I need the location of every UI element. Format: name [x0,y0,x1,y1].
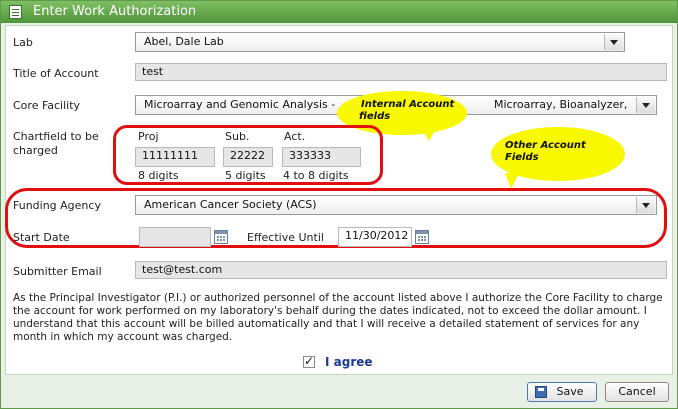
other-account-callout-line2: Fields [505,152,539,163]
effective-until-label: Effective Until [247,231,324,244]
act-header: Act. [284,130,306,143]
window-title: Enter Work Authorization [33,4,197,19]
chevron-down-icon[interactable] [604,34,623,50]
callout-tail [421,127,437,141]
internal-account-callout-line1: Internal Account [361,99,455,110]
act-input[interactable]: 333333 [282,147,361,167]
chevron-down-icon[interactable] [636,97,655,113]
lab-select[interactable]: Abel, Dale Lab [135,32,625,52]
core-facility-value-tail: Microarray, Bioanalyzer, [494,98,628,111]
act-hint: 4 to 8 digits [283,169,349,182]
chevron-down-icon[interactable] [636,197,655,213]
agree-label[interactable]: I agree [325,355,373,369]
title-of-account-label: Title of Account [13,67,99,80]
title-bar[interactable]: Enter Work Authorization [1,1,677,23]
agree-checkbox[interactable] [303,354,315,368]
funding-agency-label: Funding Agency [13,199,101,212]
sub-header: Sub. [225,130,250,143]
save-icon [535,386,547,398]
save-button-label: Save [556,385,584,398]
effective-until-input[interactable]: 11/30/2012 [338,227,412,247]
agreement-text: As the Principal Investigator (P.I.) or … [13,292,663,343]
start-date-label: Start Date [13,231,70,244]
chartfield-label-line2: charged [13,144,58,157]
funding-agency-select[interactable]: American Cancer Society (ACS) [135,195,657,215]
core-facility-value: Microarray and Genomic Analysis - [144,98,336,111]
internal-account-callout-line2: fields [359,111,391,122]
other-account-callout-line1: Other Account [505,140,586,151]
calendar-icon[interactable] [415,230,429,244]
start-date-input[interactable] [139,227,211,247]
submitter-email-label: Submitter Email [13,265,102,278]
proj-input[interactable]: 11111111 [135,147,215,167]
funding-agency-value: American Cancer Society (ACS) [144,198,317,211]
sub-hint: 5 digits [225,169,266,182]
submitter-email-input[interactable]: test@test.com [135,261,667,279]
save-button[interactable]: Save [527,382,597,402]
sub-input[interactable]: 22222 [223,147,273,167]
callout-tail [505,173,519,189]
chartfield-label: Chartfield to be [13,130,99,143]
title-of-account-input[interactable]: test [135,63,667,81]
cancel-button[interactable]: Cancel [605,382,669,402]
form-icon [9,5,22,19]
dialog-window: Enter Work Authorization Lab Abel, Dale … [0,0,678,409]
proj-hint: 8 digits [138,169,179,182]
proj-header: Proj [138,130,159,143]
lab-value: Abel, Dale Lab [144,35,224,48]
lab-label: Lab [13,36,33,49]
core-facility-label: Core Facility [13,99,81,112]
calendar-icon[interactable] [214,230,228,244]
